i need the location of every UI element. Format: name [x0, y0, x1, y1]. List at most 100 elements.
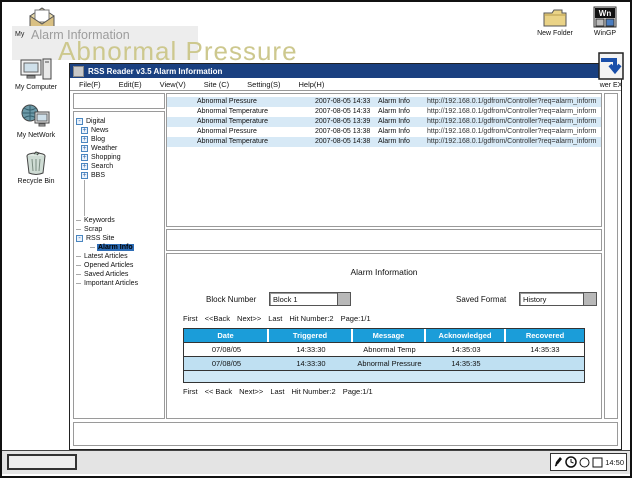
collapse-icon[interactable]: - — [76, 235, 83, 242]
block-number-select[interactable]: Block 1 — [269, 292, 351, 306]
expand-icon[interactable]: + — [81, 145, 88, 152]
pager-first[interactable]: First — [183, 387, 198, 396]
desktop-icon-new-folder[interactable]: New Folder — [530, 8, 580, 37]
dropdown-button[interactable] — [583, 293, 596, 305]
feed-url: http://192.168.0.1/gdfrom/Controller?req… — [427, 107, 596, 117]
alarm-content-panel: Alarm Information Block Number Block 1 S… — [166, 253, 602, 419]
feed-row[interactable]: Abnormal Pressure 2007-08-05 13:38 Alarm… — [167, 127, 601, 137]
menu-site[interactable]: Site (C) — [195, 80, 238, 89]
feed-row[interactable]: Abnormal Temperature 2007-08-05 14:33 Al… — [167, 107, 601, 117]
desktop-icon-viewer-ex[interactable]: wer EX — [592, 52, 630, 89]
pager-back[interactable]: <<Back — [205, 314, 230, 323]
tree-item-latest-articles[interactable]: Latest Articles — [76, 252, 164, 261]
tree-item-scrap[interactable]: Scrap — [76, 225, 164, 234]
desktop-icon-wingp[interactable]: Wn WinGP — [582, 6, 628, 37]
taskbar — [2, 450, 630, 474]
pager-page: Page:1/1 — [343, 387, 373, 396]
col-date: Date — [184, 329, 269, 342]
feed-title: Abnormal Temperature — [197, 117, 268, 127]
icon-label: My Computer — [15, 84, 57, 91]
feed-date: 2007-08-05 13:38 — [315, 127, 370, 137]
pager-hits: Hit Number:2 — [289, 314, 333, 323]
expand-icon[interactable]: + — [81, 154, 88, 161]
system-tray: 14:50 — [550, 453, 627, 471]
table-row: 07/08/05 14:33:30 Abnormal Temp 14:35:03… — [184, 342, 584, 356]
pager-last[interactable]: Last — [270, 387, 284, 396]
expand-icon[interactable]: + — [81, 172, 88, 179]
saved-format-select[interactable]: History — [519, 292, 597, 306]
tree-item-keywords[interactable]: Keywords — [76, 216, 164, 225]
pager-bottom: First<< BackNext>>LastHit Number:2Page:1… — [183, 387, 380, 396]
tree-item-opened-articles[interactable]: Opened Articles — [76, 261, 164, 270]
tree-item-saved-articles[interactable]: Saved Articles — [76, 270, 164, 279]
start-button[interactable] — [7, 454, 77, 470]
feed-row[interactable]: Abnormal Temperature 2007-08-05 13:39 Al… — [167, 117, 601, 127]
feed-url: http://192.168.0.1/gdfrom/Controller?req… — [427, 127, 596, 137]
clock-icon[interactable] — [565, 456, 577, 468]
menu-help[interactable]: Help(H) — [290, 80, 334, 89]
window-status-bar — [73, 422, 618, 446]
menu-bar: File(F) Edit(E) View(V) Site (C) Setting… — [70, 78, 621, 91]
dropdown-button[interactable] — [337, 293, 350, 305]
tree-item-blog[interactable]: + Blog — [81, 135, 164, 144]
icon-label: WinGP — [594, 30, 616, 37]
article-title-bar — [166, 229, 602, 251]
feed-date: 2007-08-05 13:39 — [315, 117, 370, 127]
pager-page: Page:1/1 — [341, 314, 371, 323]
tree-item-bbs[interactable]: + BBS — [81, 171, 164, 180]
expand-icon[interactable]: + — [81, 163, 88, 170]
pager-last[interactable]: Last — [268, 314, 282, 323]
site-tree-panel: - Digital + News + Blog + Weather + Shop… — [73, 111, 165, 419]
feed-date: 2007-08-05 14:38 — [315, 137, 370, 147]
pager-next[interactable]: Next>> — [237, 314, 261, 323]
feed-title: Abnormal Pressure — [197, 127, 257, 137]
pager-back[interactable]: << Back — [205, 387, 233, 396]
window-icon — [73, 66, 84, 77]
tree-item-weather[interactable]: + Weather — [81, 144, 164, 153]
svg-text:Wn: Wn — [599, 9, 612, 18]
feed-row[interactable]: Abnormal Pressure 2007-08-05 14:33 Alarm… — [167, 97, 601, 107]
window-titlebar[interactable]: RSS Reader v3.5 Alarm Information — [70, 64, 621, 78]
vertical-scrollbar[interactable] — [604, 93, 618, 419]
expand-icon[interactable]: + — [81, 136, 88, 143]
feed-row[interactable]: Abnormal Temperature 2007-08-05 14:38 Al… — [167, 137, 601, 147]
menu-view[interactable]: View(V) — [151, 80, 195, 89]
clock-time: 14:50 — [605, 458, 624, 467]
menu-setting[interactable]: Setting(S) — [238, 80, 289, 89]
icon-label: Recycle Bin — [18, 178, 55, 185]
tree-item-search[interactable]: + Search — [81, 162, 164, 171]
tree-item-alarm-info[interactable]: Alarm Info — [90, 243, 164, 252]
desktop-icon-my-computer[interactable]: My Computer — [4, 58, 68, 91]
square-icon[interactable] — [592, 457, 603, 468]
expand-icon[interactable]: + — [81, 127, 88, 134]
saved-format-label: Saved Format — [456, 295, 506, 304]
tree-item-digital[interactable]: - Digital — [76, 117, 164, 126]
pager-first[interactable]: First — [183, 314, 198, 323]
selected-tree-item: Alarm Info — [97, 244, 134, 251]
tree-item-shopping[interactable]: + Shopping — [81, 153, 164, 162]
saved-format-value: History — [520, 295, 583, 304]
menu-edit[interactable]: Edit(E) — [110, 80, 151, 89]
pen-icon[interactable] — [553, 456, 563, 468]
pager-next[interactable]: Next>> — [239, 387, 263, 396]
circle-icon[interactable] — [579, 457, 590, 468]
tree-item-important-articles[interactable]: Important Articles — [76, 279, 164, 288]
alarm-page-title: Alarm Information — [167, 267, 601, 277]
feed-category: Alarm Info — [378, 117, 410, 127]
tree-toolbar-box — [73, 93, 165, 109]
tree-item-news[interactable]: + News — [81, 126, 164, 135]
block-number-label: Block Number — [206, 295, 256, 304]
tree-item-rss-site[interactable]: - RSS Site — [76, 234, 164, 243]
icon-label: New Folder — [537, 30, 573, 37]
desktop-icon-my-network[interactable]: My NetWork — [4, 104, 68, 139]
trash-icon — [22, 150, 50, 176]
icon-label-fragment: My — [15, 31, 24, 38]
collapse-icon[interactable]: - — [76, 118, 83, 125]
feed-category: Alarm Info — [378, 107, 410, 117]
col-recovered: Recovered — [506, 329, 584, 342]
desktop-icon-recycle-bin[interactable]: Recycle Bin — [4, 150, 68, 185]
col-message: Message — [353, 329, 426, 342]
menu-file[interactable]: File(F) — [70, 80, 110, 89]
feed-list-panel: Abnormal Pressure 2007-08-05 14:33 Alarm… — [166, 93, 602, 227]
table-empty-row — [184, 370, 584, 382]
